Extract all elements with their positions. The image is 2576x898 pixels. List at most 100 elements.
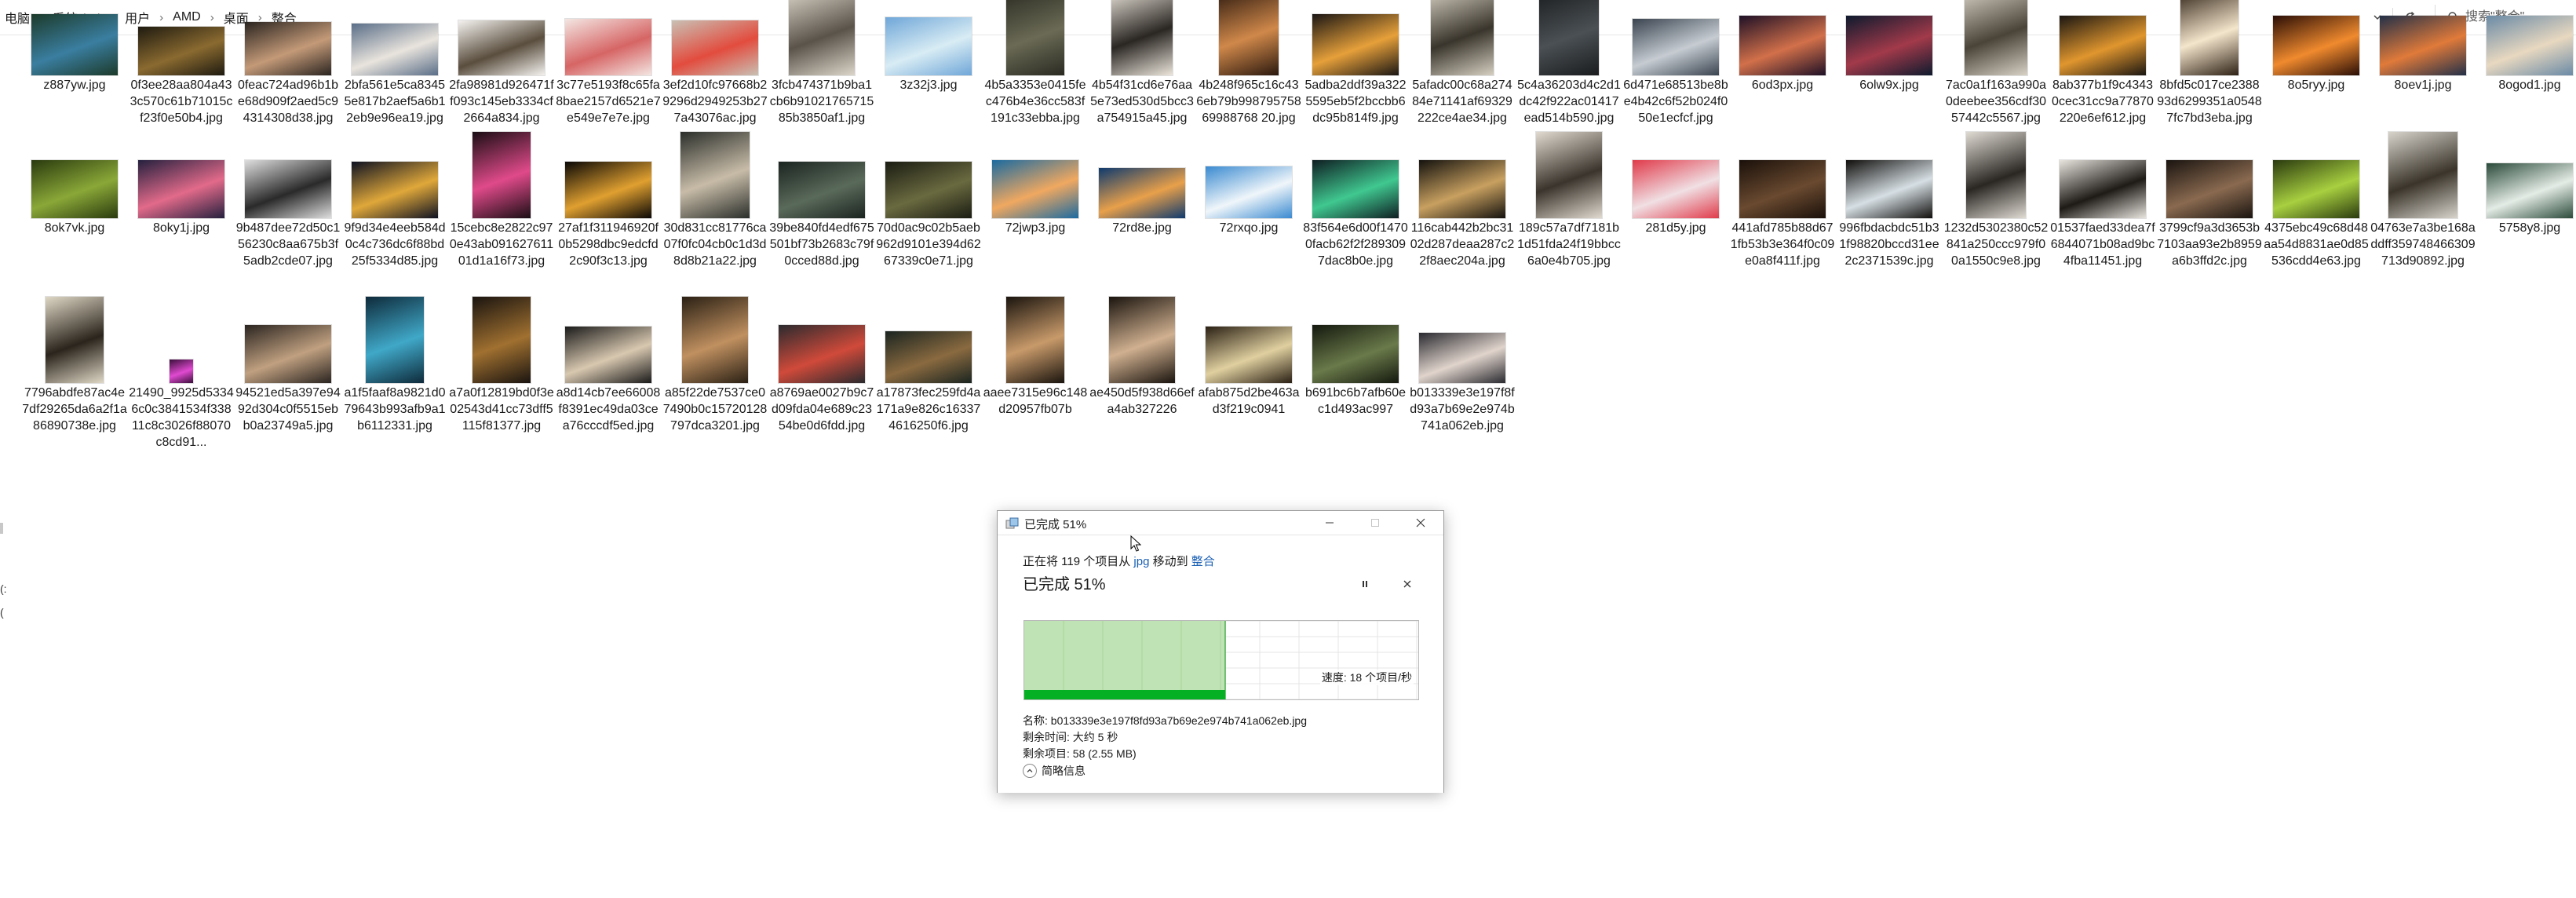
progress-headline: 已完成 51%: [1023, 576, 1106, 593]
file-item[interactable]: 5758y8.jpg: [2477, 154, 2576, 319]
progress-dialog: 已完成 51% 正在将 119 个项目从 jpg 移动到 整合 已完成 51% …: [997, 510, 1444, 793]
file-name: z887yw.jpg: [43, 78, 106, 92]
thumbnail-frame: [662, 297, 768, 383]
file-item[interactable]: 996fbdacbdc51b31f98820bccd31ee2c2371539c…: [1837, 154, 1942, 319]
transfer-details: 名称: b013339e3e197f8fd93a7b69e2e974b741a0…: [1023, 713, 1307, 762]
file-item[interactable]: 3fcb474371b9ba1cb6b9102176571585b3850af1…: [769, 0, 874, 176]
thumbnail-frame: [1943, 132, 2049, 218]
file-item[interactable]: 6od3px.jpg: [1730, 11, 1835, 176]
file-item[interactable]: 3c77e5193f8c65fa8bae2157d6521e7e549e7e7e…: [556, 11, 661, 176]
thumbnail-frame: [1516, 132, 1622, 218]
file-item[interactable]: 1232d5302380c52841a250ccc979f00a1550c9e8…: [1943, 132, 2049, 319]
file-item[interactable]: 21490_9925d53346c0c3841534f33811c8c3026f…: [129, 319, 234, 484]
file-name: 996fbdacbdc51b31f98820bccd31ee2c2371539c…: [1839, 221, 1939, 268]
file-item[interactable]: 39be840fd4edf675501bf73b2683c79f0cced88d…: [769, 154, 874, 319]
file-item[interactable]: b013339e3e197f8fd93a7b69e2e974b741a062eb…: [1410, 319, 1515, 484]
file-item[interactable]: 4b248f965c16c436eb79b99879575869988768 2…: [1196, 0, 1301, 176]
file-item[interactable]: 4b5a3353e0415fec476b4e36cc583f191c33ebba…: [983, 0, 1088, 176]
image-thumbnail: [138, 27, 224, 75]
destination-folder-link[interactable]: 整合: [1191, 555, 1215, 568]
file-item[interactable]: a8d14cb7ee66008f8391ec49da03cea76cccdf5e…: [556, 319, 661, 484]
file-item[interactable]: 9f9d34e4eeb584d0c4c736dc6f88bd25f5334d85…: [342, 154, 447, 319]
file-item[interactable]: afab875d2be463ad3f219c0941: [1196, 319, 1301, 484]
image-thumbnail: [992, 160, 1078, 218]
thumbnail-frame: [449, 132, 554, 218]
thumbnail-frame: [983, 297, 1088, 383]
image-thumbnail: [46, 297, 104, 383]
file-item[interactable]: 27af1f311946920f0b5298dbc9edcfd2c90f3c13…: [556, 154, 661, 319]
file-item[interactable]: 72rd8e.jpg: [1089, 154, 1195, 319]
source-folder-link[interactable]: jpg: [1133, 555, 1149, 568]
image-thumbnail: [2180, 0, 2238, 75]
file-item[interactable]: 189c57a7df7181b1d51fda24f19bbcc6a0e4b705…: [1516, 132, 1622, 319]
file-item[interactable]: 441afd785b88d671fb53b3e364f0c09e0a8f411f…: [1730, 154, 1835, 319]
thumbnail-frame: [556, 11, 661, 75]
file-item[interactable]: 72jwp3.jpg: [983, 154, 1088, 319]
file-name: 5afadc00c68a27484e71141af69329222ce4ae34…: [1412, 78, 1512, 125]
file-item[interactable]: 0feac724ad96b1be68d909f2aed5c94314308d38…: [235, 11, 341, 176]
file-name: 281d5y.jpg: [1645, 221, 1706, 235]
file-item[interactable]: 04763e7a3be168addff359748466309713d90892…: [2370, 132, 2476, 319]
image-thumbnail: [1206, 166, 1292, 218]
file-item[interactable]: 6olw9x.jpg: [1837, 11, 1942, 176]
thumbnail-frame: [1196, 154, 1301, 218]
file-item[interactable]: 8bfd5c017ce238893d6299351a05487fc7bd3eba…: [2157, 0, 2262, 176]
file-item[interactable]: a8769ae0027b9c7d09fda04e689c2354be0d6fdd…: [769, 319, 874, 484]
dialog-title-bar[interactable]: 已完成 51%: [998, 511, 1443, 535]
file-item[interactable]: 5adba2ddf39a3225595eb5f2bccbb6dc95b814f9…: [1303, 11, 1408, 176]
file-item[interactable]: 15cebc8e2822c970e43ab09162761101d1a16f73…: [449, 132, 554, 319]
file-item[interactable]: 01537faed33dea7f6844071b08ad9bc4fba11451…: [2050, 154, 2155, 319]
file-item[interactable]: 8ogod1.jpg: [2477, 11, 2576, 176]
file-name: 4b54f31cd6e76aa5e73ed530d5bcc3a754915a45…: [1090, 78, 1194, 125]
file-name: 4b248f965c16c436eb79b99879575869988768 2…: [1196, 78, 1301, 125]
close-button[interactable]: [1398, 511, 1443, 535]
file-item[interactable]: 8oky1j.jpg: [129, 154, 234, 319]
file-item[interactable]: ae450d5f938d66efa4ab327226: [1089, 297, 1195, 484]
file-name: 70d0ac9c02b5aeb962d9101e394d6267339c0e71…: [876, 221, 981, 268]
file-item[interactable]: a1f5faaf8a9821d079643b993afb9a1b6112331.…: [342, 297, 447, 484]
file-item[interactable]: 94521ed5a397e9492d304c0f5515ebb0a23749a5…: [235, 319, 341, 484]
nav-pane-fragment[interactable]: (: [0, 606, 4, 619]
file-item[interactable]: 4b54f31cd6e76aa5e73ed530d5bcc3a754915a45…: [1089, 0, 1195, 176]
minimize-button[interactable]: [1307, 511, 1352, 535]
file-item[interactable]: aaee7315e96c148d20957fb07b: [983, 297, 1088, 484]
file-item[interactable]: 83f564e6d00f14700facb62f2f2893097dac8b0e…: [1303, 154, 1408, 319]
file-item[interactable]: 281d5y.jpg: [1623, 154, 1728, 319]
nav-pane-fragment[interactable]: (:: [0, 582, 7, 595]
file-item[interactable]: a7a0f12819bd0f3e02543d41cc73dff5115f8137…: [449, 297, 554, 484]
fewer-details-toggle[interactable]: 简略信息: [1023, 763, 1085, 779]
file-item[interactable]: b691bc6b7afb60ec1d493ac997: [1303, 319, 1408, 484]
file-item[interactable]: 2bfa561e5ca83455e817b2aef5a6b12eb9e96ea1…: [342, 11, 447, 176]
file-item[interactable]: z887yw.jpg: [22, 11, 127, 176]
image-thumbnail: [1419, 160, 1505, 218]
file-item[interactable]: 3z32j3.jpg: [876, 11, 981, 176]
thumbnail-frame: [129, 11, 234, 75]
file-item[interactable]: a85f22de7537ce07490b0c15720128797dca3201…: [662, 297, 768, 484]
cancel-button[interactable]: [1398, 575, 1417, 593]
file-item[interactable]: 7796abdfe87ac4e7df29265da6a2f1a86890738e…: [22, 297, 127, 484]
file-item[interactable]: 8ok7vk.jpg: [22, 154, 127, 319]
file-item[interactable]: 4375ebc49c68d48aa54d8831ae0d85536cdd4e63…: [2264, 154, 2369, 319]
file-item[interactable]: 72rxqo.jpg: [1196, 154, 1301, 319]
file-item[interactable]: 116cab442b2bc3102d287deaa287c22f8aec204a…: [1410, 154, 1515, 319]
file-item[interactable]: 70d0ac9c02b5aeb962d9101e394d6267339c0e71…: [876, 154, 981, 319]
image-thumbnail: [565, 162, 651, 218]
file-item[interactable]: 8o5ryy.jpg: [2264, 11, 2369, 176]
image-thumbnail: [1312, 14, 1399, 75]
image-thumbnail: [245, 160, 331, 218]
file-item[interactable]: 30d831cc81776ca07f0fc04cb0c1d3d8d8b21a22…: [662, 132, 768, 319]
image-thumbnail: [1846, 160, 1932, 218]
thumbnail-frame: [235, 319, 341, 383]
thumbnail-frame: [2477, 154, 2576, 218]
file-name: aaee7315e96c148d20957fb07b: [983, 386, 1088, 416]
file-item[interactable]: a17873fec259fd4a171a9e826c163374616250f6…: [876, 319, 981, 484]
file-item[interactable]: 9b487dee72d50c156230c8aa675b3f5adb2cde07…: [235, 154, 341, 319]
file-item[interactable]: 0f3ee28aa804a433c570c61b71015cf23f0e50b4…: [129, 11, 234, 176]
moving-mid: 移动到: [1149, 555, 1191, 568]
file-item[interactable]: 8ab377b1f9c43430cec31cc9a77870220e6ef612…: [2050, 11, 2155, 176]
file-item[interactable]: 3799cf9a3d3653b7103aa93e2b8959a6b3ffd2c.…: [2157, 154, 2262, 319]
pause-button[interactable]: [1356, 575, 1374, 593]
file-item[interactable]: 6d471e68513be8be4b42c6f52b024f050e1ecfcf…: [1623, 11, 1728, 176]
thumbnail-frame: [2050, 11, 2155, 75]
file-item[interactable]: 5afadc00c68a27484e71141af69329222ce4ae34…: [1410, 0, 1515, 176]
